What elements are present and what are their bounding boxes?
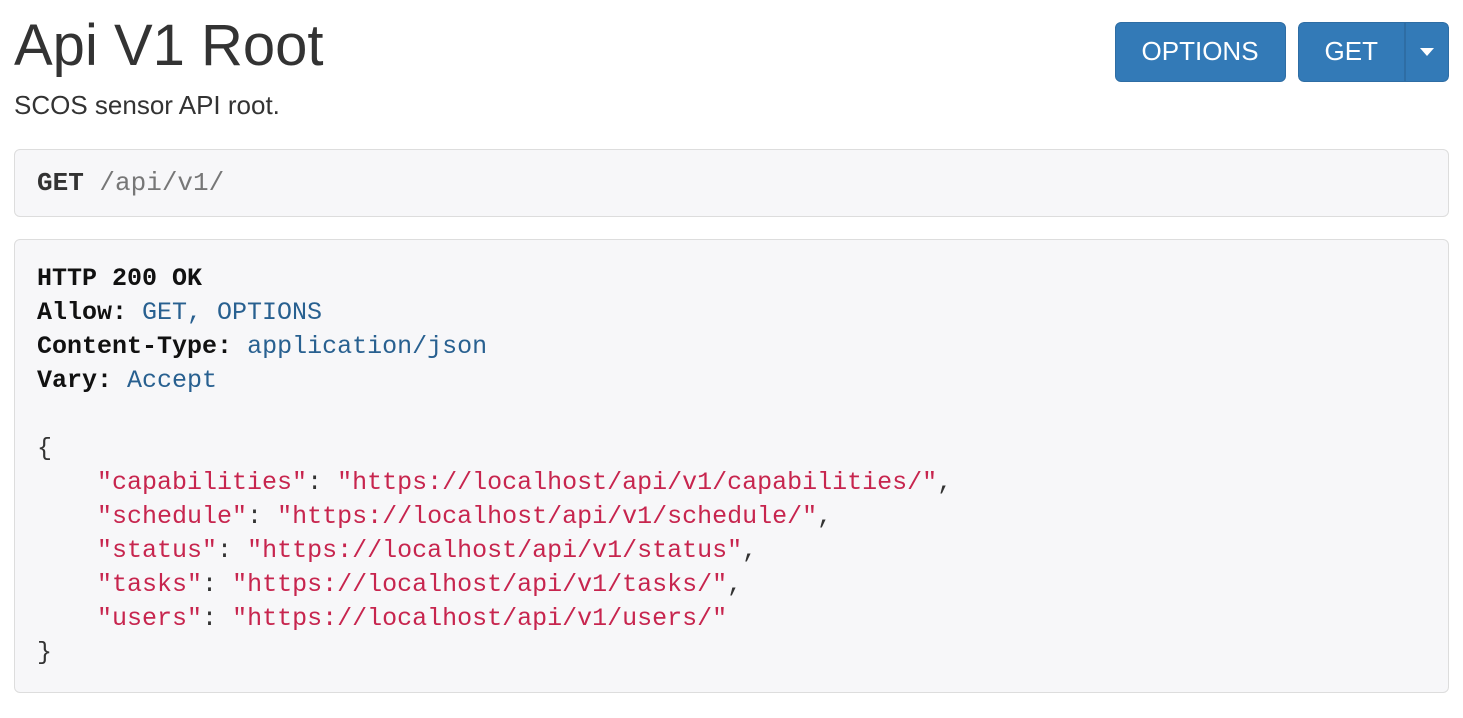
response-panel: HTTP 200 OK Allow: GET, OPTIONS Content-… — [14, 239, 1449, 693]
chevron-down-icon — [1420, 48, 1434, 56]
request-panel: GET /api/v1/ — [14, 149, 1449, 217]
get-button-group: GET — [1298, 22, 1449, 82]
get-dropdown-toggle[interactable] — [1405, 22, 1449, 82]
action-button-group: OPTIONS GET — [1115, 22, 1449, 82]
response-body: HTTP 200 OK Allow: GET, OPTIONS Content-… — [37, 262, 1426, 670]
request-method: GET — [37, 168, 84, 198]
get-button[interactable]: GET — [1298, 22, 1405, 82]
page-description: SCOS sensor API root. — [14, 90, 1449, 121]
request-line: GET /api/v1/ — [37, 168, 1426, 198]
page-title: Api V1 Root — [14, 14, 324, 78]
request-path: /api/v1/ — [99, 168, 224, 198]
options-button[interactable]: OPTIONS — [1115, 22, 1286, 82]
